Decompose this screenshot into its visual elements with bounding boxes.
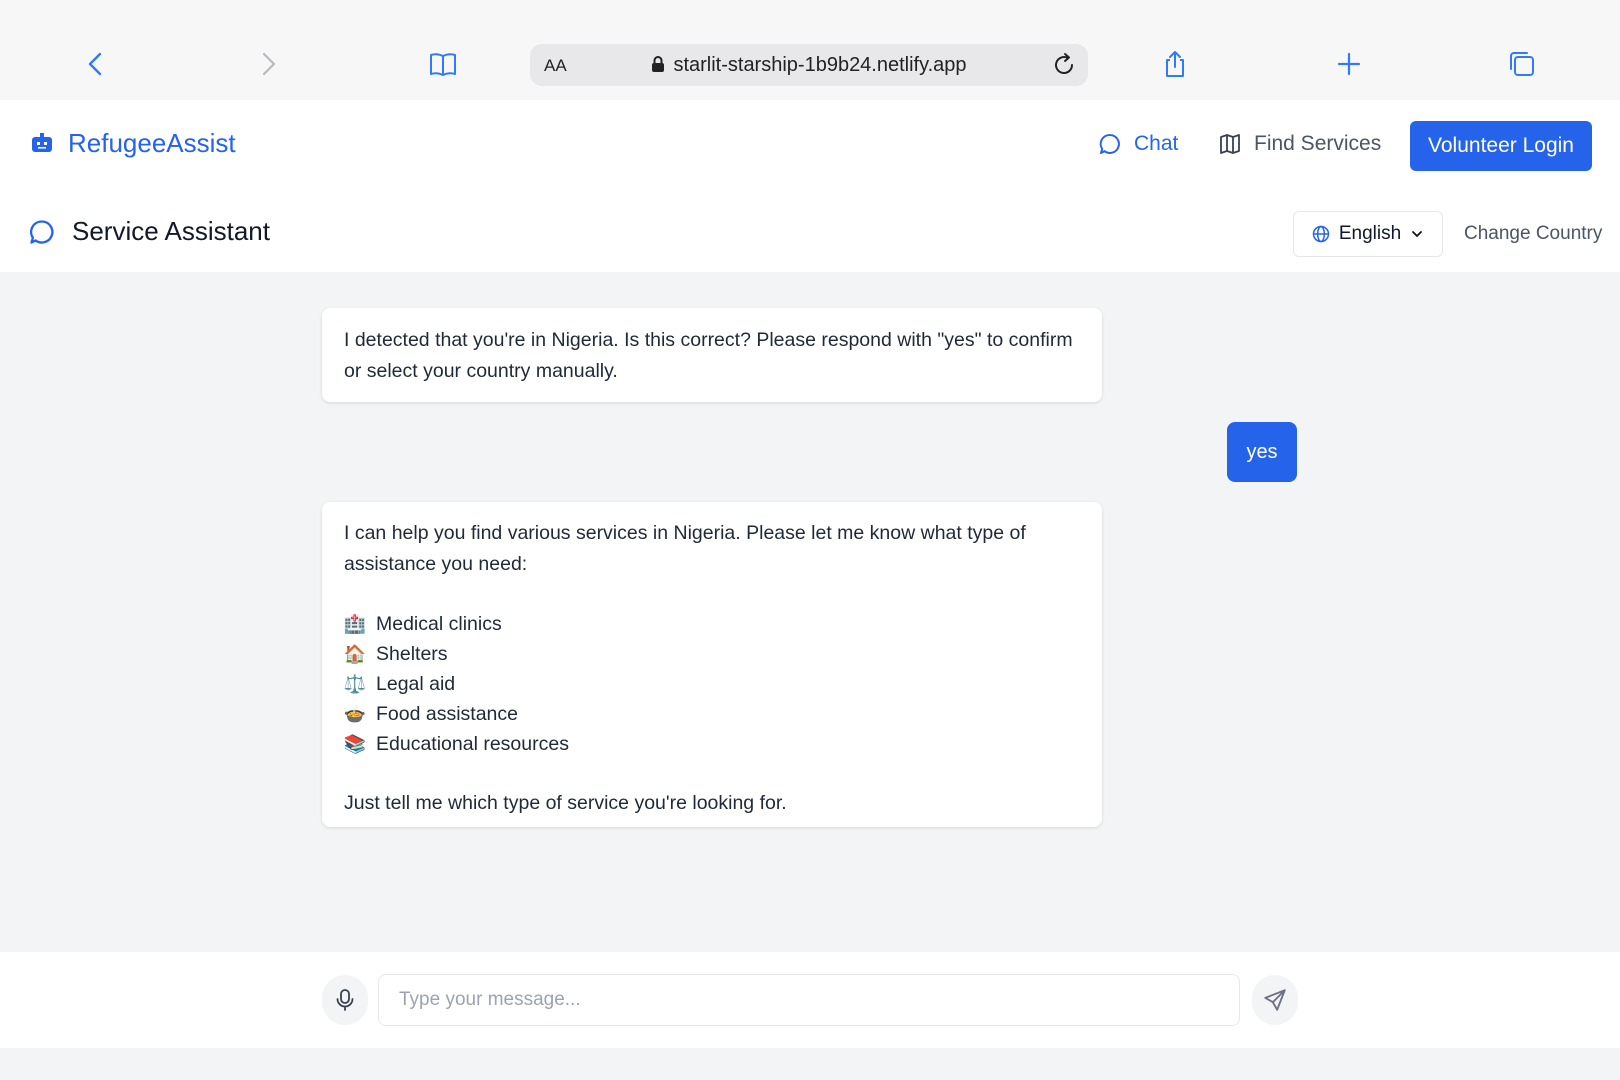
chat-bubble-icon: [30, 219, 54, 244]
message-input[interactable]: [378, 974, 1240, 1026]
microphone-button[interactable]: [322, 975, 368, 1025]
plus-icon: [1337, 52, 1361, 76]
scales-emoji-icon: ⚖️: [343, 673, 367, 694]
list-item: 📚 Educational resources: [344, 729, 1080, 759]
url-text: starlit-starship-1b9b24.netlify.app: [673, 54, 967, 76]
list-item: 🏠 Shelters: [344, 639, 1080, 669]
house-emoji-icon: 🏠: [343, 643, 367, 664]
nav-find-services-label: Find Services: [1254, 132, 1382, 155]
assistant-message: I detected that you're in Nigeria. Is th…: [322, 308, 1102, 402]
lock-icon: [652, 56, 665, 72]
page-title-text: Service Assistant: [72, 216, 270, 246]
map-icon: [1220, 134, 1240, 154]
send-icon: [1264, 989, 1286, 1011]
new-tab-button[interactable]: [1329, 44, 1369, 84]
chevron-right-icon: [262, 52, 276, 76]
reload-icon[interactable]: [1050, 51, 1078, 79]
nav-chat[interactable]: Chat: [1098, 132, 1178, 156]
tabs-button[interactable]: [1502, 44, 1542, 84]
service-label: Medical clinics: [376, 612, 502, 635]
book-icon: [430, 53, 456, 76]
microphone-icon: [336, 989, 354, 1011]
chevron-left-icon: [88, 52, 102, 76]
hospital-emoji-icon: 🏥: [343, 613, 367, 634]
share-icon: [1166, 51, 1184, 77]
share-button[interactable]: [1155, 44, 1195, 84]
user-message: yes: [1227, 422, 1297, 482]
globe-icon: [1312, 225, 1330, 243]
language-value: English: [1338, 223, 1402, 244]
send-button[interactable]: [1252, 975, 1298, 1025]
app-header: RefugeeAssist Chat Find Services Volunte…: [0, 100, 1620, 190]
brand-logo[interactable]: RefugeeAssist: [30, 128, 236, 159]
service-label: Shelters: [376, 642, 448, 665]
assistant-message-text: I detected that you're in Nigeria. Is th…: [344, 329, 1073, 382]
chat-bubble-icon: [1099, 133, 1120, 154]
bowl-emoji-icon: 🍲: [343, 703, 367, 724]
assistant-message-outro: Just tell me which type of service you'r…: [344, 792, 787, 814]
browser-toolbar: AA starlit-starship-1b9b24.netlify.app: [0, 0, 1620, 100]
list-item: 🏥 Medical clinics: [344, 609, 1080, 639]
chevron-down-icon: [1412, 231, 1423, 237]
user-message-text: yes: [1246, 440, 1278, 463]
assistant-message-intro: I can help you find various services in …: [344, 522, 1026, 575]
language-select[interactable]: English: [1293, 211, 1443, 257]
service-label: Educational resources: [376, 732, 569, 755]
assistant-message: I can help you find various services in …: [322, 502, 1102, 827]
address-bar[interactable]: AA starlit-starship-1b9b24.netlify.app: [530, 44, 1088, 86]
sub-header: Service Assistant English Change Country: [0, 190, 1620, 272]
brand-name: RefugeeAssist: [68, 128, 236, 158]
chat-messages[interactable]: I detected that you're in Nigeria. Is th…: [0, 272, 1620, 952]
bottom-strip: [0, 1048, 1620, 1080]
books-emoji-icon: 📚: [343, 733, 367, 754]
bookmarks-button[interactable]: [423, 44, 463, 84]
nav-find-services[interactable]: Find Services: [1218, 132, 1381, 156]
page-title: Service Assistant: [28, 216, 270, 247]
list-item: ⚖️ Legal aid: [344, 669, 1080, 699]
service-label: Legal aid: [376, 672, 456, 695]
back-button[interactable]: [76, 44, 116, 84]
message-composer: [0, 952, 1620, 1048]
bot-icon: [32, 132, 52, 152]
volunteer-login-button[interactable]: Volunteer Login: [1410, 121, 1592, 171]
service-label: Food assistance: [376, 702, 518, 725]
change-country-link[interactable]: Change Country: [1464, 223, 1602, 245]
forward-button[interactable]: [248, 44, 288, 84]
nav-chat-label: Chat: [1134, 132, 1179, 155]
tabs-icon: [1510, 52, 1534, 76]
list-item: 🍲 Food assistance: [344, 699, 1080, 729]
